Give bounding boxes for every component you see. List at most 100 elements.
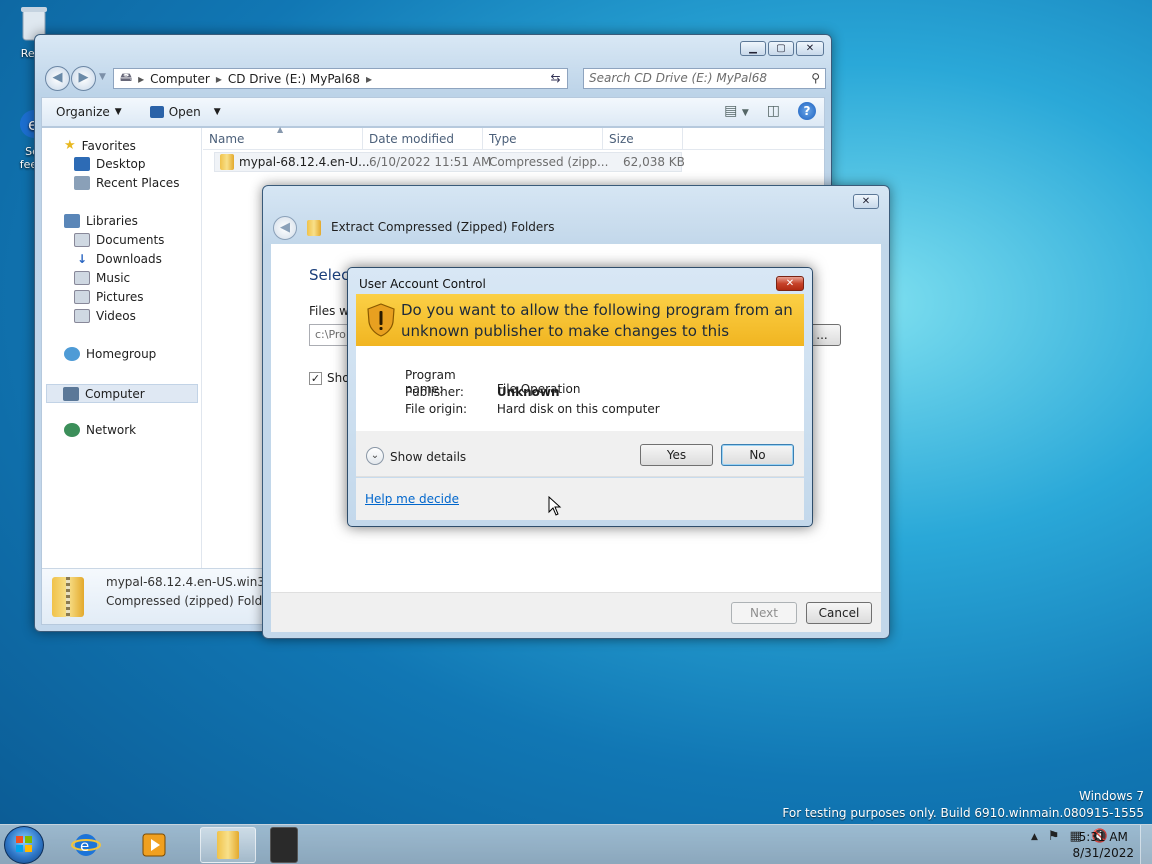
column-date-modified[interactable]: Date modified — [369, 132, 454, 146]
close-button[interactable]: ✕ — [796, 41, 824, 56]
nav-pictures-label: Pictures — [96, 290, 144, 304]
search-placeholder: Search CD Drive (E:) MyPal68 — [589, 71, 767, 85]
taskbar-active-window[interactable] — [270, 827, 298, 863]
taskbar-explorer[interactable] — [200, 827, 256, 863]
column-size[interactable]: Size — [609, 132, 634, 146]
back-button[interactable]: ◀ — [45, 66, 70, 91]
help-me-decide-link[interactable]: Help me decide — [365, 492, 459, 506]
refresh-button[interactable]: ⇆ — [544, 68, 568, 89]
zip-folder-icon — [217, 831, 239, 859]
uac-footer: Help me decide — [356, 478, 804, 520]
help-icon[interactable]: ? — [798, 102, 816, 120]
breadcrumb-cd-drive[interactable]: CD Drive (E:) MyPal68 — [228, 72, 360, 86]
recent-places-icon — [74, 176, 90, 190]
column-divider[interactable] — [602, 128, 603, 150]
publisher-value: Unknown — [496, 385, 560, 399]
navigation-pane: ★ Favorites Desktop Recent Places Librar… — [42, 128, 202, 568]
nav-homegroup-label: Homegroup — [86, 347, 157, 361]
column-divider[interactable] — [362, 128, 363, 150]
nav-recent-places[interactable]: Recent Places — [74, 176, 179, 190]
organize-button[interactable]: Organize ▼ — [56, 105, 122, 119]
sort-ascending-icon: ▲ — [277, 125, 284, 134]
open-icon — [149, 106, 164, 118]
publisher-label: Publisher: — [405, 385, 464, 399]
file-row[interactable]: mypal-68.12.4.en-U... 6/10/2022 11:51 AM… — [214, 152, 685, 172]
clock-time: 5:31 AM — [1078, 830, 1128, 844]
show-hidden-icons[interactable]: ▲ — [1031, 832, 1038, 842]
minimize-button[interactable]: ▁ — [740, 41, 766, 56]
show-details-chevron-icon[interactable]: ⌄ — [366, 447, 384, 465]
address-row: ◀ ▶ ▼ 🖴 ▸ Computer ▸ CD Drive (E:) MyPal… — [41, 66, 826, 94]
breadcrumb-separator-icon: ▸ — [215, 71, 222, 86]
search-input[interactable]: Search CD Drive (E:) MyPal68 ⚲ — [583, 68, 826, 89]
nav-network[interactable]: Network — [64, 423, 136, 437]
pictures-icon — [74, 290, 90, 304]
nav-music-label: Music — [96, 271, 131, 285]
breadcrumb-computer[interactable]: Computer — [150, 72, 210, 86]
file-origin-row: File origin: Hard disk on this computer — [405, 402, 660, 416]
browse-label: ... — [816, 328, 828, 342]
column-divider[interactable] — [482, 128, 483, 150]
star-icon: ★ — [64, 138, 76, 153]
start-button[interactable] — [4, 826, 44, 864]
column-headers: Name ▲ Date modified Type Size — [203, 125, 824, 150]
address-bar[interactable]: 🖴 ▸ Computer ▸ CD Drive (E:) MyPal68 ▸ ▼ — [113, 68, 566, 89]
show-extracted-checkbox[interactable]: ✓ — [309, 372, 322, 385]
organize-label: Organize — [56, 105, 110, 119]
column-name[interactable]: Name — [209, 132, 244, 146]
maximize-button[interactable]: ▢ — [768, 41, 794, 56]
zip-folder-icon — [307, 220, 321, 236]
nav-computer[interactable]: Computer — [46, 384, 198, 403]
preview-pane-icon[interactable]: ◫ — [767, 103, 780, 119]
nav-videos-label: Videos — [96, 309, 136, 323]
taskbar-media-player[interactable] — [126, 827, 182, 863]
nav-music[interactable]: Music — [74, 271, 130, 285]
libraries-icon — [64, 214, 80, 228]
recent-pages-icon[interactable]: ▼ — [99, 72, 106, 82]
cancel-button[interactable]: Cancel — [806, 602, 872, 624]
clock[interactable]: 5:31 AM 8/31/2022 — [1072, 829, 1134, 861]
nav-documents[interactable]: Documents — [74, 233, 164, 247]
taskbar-internet-explorer[interactable]: e — [58, 827, 114, 863]
computer-small-icon: 🖴 — [120, 70, 133, 84]
nav-favorites[interactable]: ★ Favorites — [64, 138, 136, 153]
show-desktop-button[interactable] — [1140, 825, 1152, 864]
file-origin-label: File origin: — [405, 402, 468, 416]
yes-label: Yes — [666, 448, 687, 462]
desktop-icon — [74, 157, 90, 171]
nav-libraries[interactable]: Libraries — [64, 214, 138, 228]
mouse-cursor-icon — [548, 496, 562, 516]
search-icon[interactable]: ⚲ — [811, 69, 820, 88]
open-button[interactable]: Open ▼ — [149, 105, 221, 119]
no-button[interactable]: No — [721, 444, 794, 466]
watermark-edition: Windows 7 — [1078, 789, 1144, 803]
internet-explorer-icon: e — [71, 834, 101, 856]
videos-icon — [74, 309, 90, 323]
nav-pictures[interactable]: Pictures — [74, 290, 144, 304]
show-details-link[interactable]: Show details — [390, 450, 466, 464]
forward-button[interactable]: ▶ — [71, 66, 96, 91]
file-name: mypal-68.12.4.en-U... — [239, 155, 370, 169]
details-filename: mypal-68.12.4.en-US.win32 — [106, 575, 273, 589]
column-type[interactable]: Type — [489, 132, 517, 146]
wizard-back-button[interactable]: ◀ — [273, 216, 297, 240]
wizard-close-button[interactable]: ✕ — [853, 194, 879, 209]
file-origin-value: Hard disk on this computer — [496, 402, 660, 416]
view-options-icon[interactable]: ▤ ▼ — [724, 103, 749, 119]
column-divider[interactable] — [682, 128, 683, 150]
nav-desktop[interactable]: Desktop — [74, 157, 146, 171]
uac-close-button[interactable]: ✕ — [776, 276, 804, 291]
action-center-icon[interactable]: ⚑ — [1048, 829, 1060, 844]
uac-program-info: Program name: File Operation Publisher: … — [356, 346, 804, 431]
nav-desktop-label: Desktop — [96, 157, 146, 171]
next-button[interactable]: Next — [731, 602, 797, 624]
nav-videos[interactable]: Videos — [74, 309, 136, 323]
clock-date: 8/31/2022 — [1072, 846, 1134, 860]
wizard-caption-buttons: ✕ — [853, 194, 879, 209]
media-player-icon — [142, 833, 166, 857]
documents-icon — [74, 233, 90, 247]
nav-homegroup[interactable]: Homegroup — [64, 347, 156, 361]
nav-downloads[interactable]: ↓ Downloads — [74, 252, 162, 266]
nav-recent-label: Recent Places — [96, 176, 180, 190]
yes-button[interactable]: Yes — [640, 444, 713, 466]
